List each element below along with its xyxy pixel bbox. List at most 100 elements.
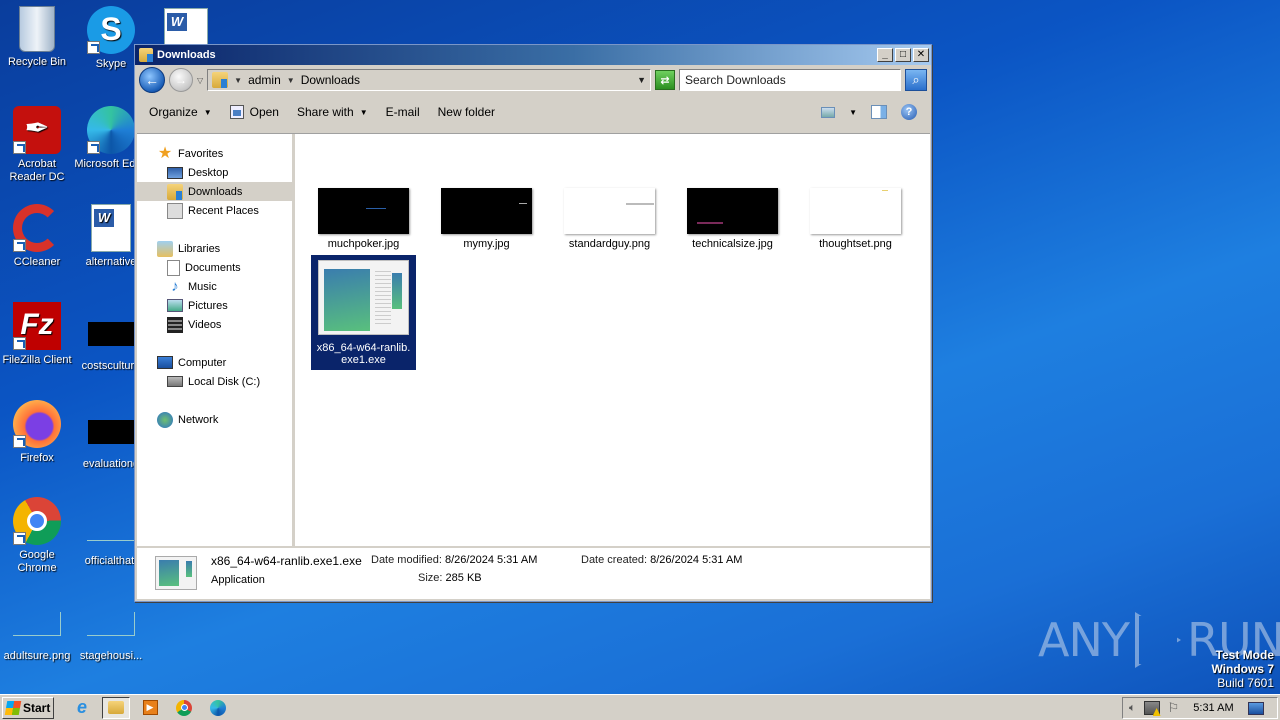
help-icon[interactable]: ? <box>901 104 917 120</box>
file-item[interactable]: thoughtset.png <box>803 188 908 250</box>
file-item-selected[interactable]: x86_64-w64-ranlib. exe1.exe <box>311 255 416 370</box>
firefox-icon <box>13 400 61 448</box>
forward-button[interactable]: → <box>169 68 193 92</box>
desktop-icon-label: FileZilla Client <box>2 354 72 366</box>
start-label: Start <box>23 700 51 715</box>
file-item[interactable]: standardguy.png <box>557 188 662 250</box>
pictures-icon <box>167 299 183 312</box>
nav-favorites[interactable]: ★ Favorites <box>137 144 292 163</box>
desktop-icon-recycle-bin[interactable]: Recycle Bin <box>0 6 74 69</box>
chrome-icon <box>13 497 61 545</box>
maximize-button[interactable]: □ <box>895 48 911 62</box>
taskbar-media-player[interactable]: ▶ <box>136 697 164 719</box>
desktop-icon-label: Acrobat Reader DC <box>9 158 65 183</box>
file-item[interactable]: technicalsize.jpg <box>680 188 785 250</box>
downloads-folder-icon <box>212 72 229 88</box>
shortcut-arrow-icon <box>13 532 26 545</box>
word-document-icon[interactable]: W <box>164 8 208 46</box>
downloads-folder-icon <box>167 183 183 200</box>
file-item[interactable]: mymy.jpg <box>434 188 539 250</box>
new-folder-label: New folder <box>437 105 495 119</box>
file-name: thoughtset.png <box>819 238 892 250</box>
date-created-label: Date created: <box>581 554 648 566</box>
desktop-icon-acrobat[interactable]: ✒ Acrobat Reader DC <box>0 106 74 184</box>
nav-label: Pictures <box>188 299 228 312</box>
email-button[interactable]: E-mail <box>386 105 420 119</box>
date-modified-label: Date modified: <box>371 554 442 566</box>
file-item[interactable]: muchpoker.jpg <box>311 188 416 250</box>
back-button[interactable]: ← <box>139 67 165 93</box>
nav-downloads[interactable]: Downloads <box>137 182 292 201</box>
breadcrumb-downloads[interactable]: Downloads <box>301 73 360 87</box>
breadcrumb-admin[interactable]: admin <box>248 73 281 87</box>
volume-icon[interactable]: 🔈︎ <box>1129 702 1136 715</box>
size-value: 285 KB <box>445 572 482 584</box>
nav-label: Downloads <box>188 185 243 198</box>
image-thumbnail <box>441 188 532 234</box>
nav-pictures[interactable]: Pictures <box>137 296 292 315</box>
folder-icon <box>108 701 124 714</box>
date-modified-value: 8/26/2024 5:31 AM <box>445 554 538 566</box>
organize-button[interactable]: Organize ▼ <box>149 105 212 119</box>
preview-pane-icon[interactable] <box>871 105 887 119</box>
acrobat-icon: ✒ <box>13 106 61 154</box>
desktop-icon-stagehousing[interactable]: stagehousi... <box>74 604 148 663</box>
address-bar[interactable]: ▼ admin ▼ Downloads ▼ <box>207 69 651 91</box>
taskbar-ie[interactable]: e <box>68 697 96 719</box>
nav-network[interactable]: Network <box>137 410 292 429</box>
nav-videos[interactable]: Videos <box>137 315 292 334</box>
taskbar-edge[interactable] <box>204 697 232 719</box>
address-dropdown-icon[interactable]: ▼ <box>637 75 646 85</box>
breadcrumb-arrow-icon[interactable]: ▼ <box>234 76 242 85</box>
image-thumbnail <box>810 188 901 234</box>
desktop-icon-filezilla[interactable]: Fz FileZilla Client <box>0 302 74 367</box>
desktop-icon-ccleaner[interactable]: CCleaner <box>0 204 74 269</box>
share-with-button[interactable]: Share with ▼ <box>297 105 368 119</box>
search-input[interactable]: Search Downloads <box>679 69 901 91</box>
window-title: Downloads <box>157 49 216 61</box>
test-mode-notice: Test Mode Windows 7 Build 7601 <box>1211 648 1274 690</box>
refresh-button[interactable]: ⇄ <box>655 70 675 90</box>
nav-music[interactable]: ♪ Music <box>137 277 292 296</box>
desktop-icon-chrome[interactable]: Google Chrome <box>0 497 74 575</box>
taskbar-explorer[interactable] <box>102 696 130 719</box>
taskbar-chrome[interactable] <box>170 697 198 719</box>
share-with-label: Share with <box>296 105 354 119</box>
start-button[interactable]: Start <box>2 696 54 719</box>
desktop-icon-firefox[interactable]: Firefox <box>0 400 74 465</box>
application-icon <box>155 556 197 590</box>
breadcrumb-arrow-icon[interactable]: ▼ <box>287 76 295 85</box>
nav-recent-places[interactable]: Recent Places <box>137 201 292 220</box>
clock[interactable]: 5:31 AM <box>1193 702 1233 714</box>
nav-label: Libraries <box>178 242 221 255</box>
explorer-body: ★ Favorites Desktop Downloads Recent Plac… <box>137 133 930 546</box>
open-label: Open <box>249 105 279 119</box>
view-options-dropdown[interactable]: ▼ <box>849 108 857 117</box>
nav-computer[interactable]: Computer <box>137 353 292 372</box>
show-desktop-button[interactable] <box>1247 701 1264 715</box>
change-view-icon[interactable] <box>821 106 836 118</box>
network-warning-icon[interactable] <box>1143 701 1161 716</box>
new-folder-button[interactable]: New folder <box>438 105 495 119</box>
size-label: Size: <box>418 572 443 584</box>
search-icon[interactable]: ⌕ <box>905 69 927 91</box>
title-bar[interactable]: Downloads _ □ ✕ <box>135 45 931 65</box>
network-icon <box>157 411 173 428</box>
close-button[interactable]: ✕ <box>913 48 929 62</box>
action-center-flag-icon[interactable]: ⚐ <box>1168 700 1180 716</box>
shortcut-arrow-icon <box>13 141 26 154</box>
file-name: x86_64-w64-ranlib. <box>316 342 411 354</box>
computer-icon <box>157 356 173 369</box>
desktop-icon-label: stagehousi... <box>79 650 143 662</box>
chevron-down-icon: ▼ <box>203 107 212 117</box>
open-button[interactable]: Open <box>229 105 279 119</box>
desktop-icon <box>167 166 183 179</box>
nav-desktop[interactable]: Desktop <box>137 163 292 182</box>
nav-libraries[interactable]: Libraries <box>137 239 292 258</box>
minimize-button[interactable]: _ <box>877 48 893 62</box>
nav-documents[interactable]: Documents <box>137 258 292 277</box>
nav-local-disk[interactable]: Local Disk (C:) <box>137 372 292 391</box>
edge-icon <box>210 699 226 716</box>
desktop-icon-adultsure[interactable]: adultsure.png <box>0 604 74 663</box>
recent-pages-dropdown[interactable]: ▽ <box>197 76 203 85</box>
